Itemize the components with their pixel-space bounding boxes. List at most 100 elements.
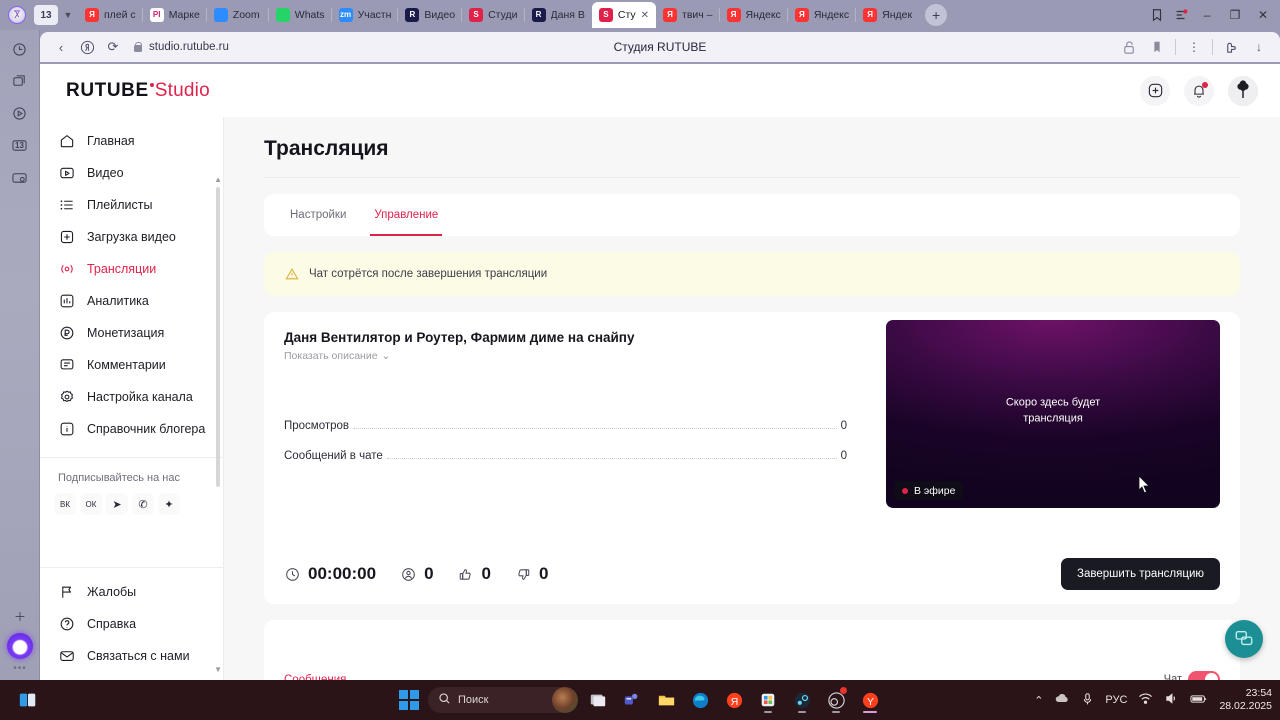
tab-count-badge[interactable]: 13 (34, 5, 58, 25)
more-icon[interactable]: ✦ (158, 493, 180, 515)
browser-tab[interactable]: Я Яндекс (718, 2, 788, 28)
dock-tabcount-icon[interactable]: 13 (6, 132, 34, 158)
chevron-down-icon[interactable]: ▼ (58, 5, 78, 25)
stat-label: Просмотров (284, 420, 350, 432)
taskbar-app-yandex[interactable]: Y (856, 685, 884, 715)
cloud-icon[interactable] (1054, 692, 1070, 708)
browser-tab[interactable]: S Студи (461, 2, 524, 28)
downloads-indicator-icon[interactable] (1170, 4, 1192, 26)
taskbar-app-yandex-browser[interactable]: Я (720, 685, 748, 715)
sidebar-bottom-item-1[interactable]: Жалобы (40, 576, 224, 608)
extensions-icon[interactable] (1218, 34, 1244, 60)
notifications-button[interactable] (1184, 75, 1214, 106)
rutube-studio-logo[interactable]: RUTUBE Studio (66, 80, 210, 102)
sidebar-item-6[interactable]: Аналитика (40, 285, 223, 317)
dock-tabs-icon[interactable] (6, 68, 34, 94)
taskbar-clock[interactable]: 23:54 28.02.2025 (1219, 687, 1272, 713)
show-hidden-icons-button[interactable]: ⌃ (1034, 694, 1043, 707)
taskbar-app-task-view[interactable] (584, 685, 612, 715)
browser-tab[interactable]: PI Марке (141, 2, 207, 28)
back-button[interactable]: ‹ (48, 34, 74, 60)
dock-video-icon[interactable] (6, 100, 34, 126)
vk-icon[interactable]: ВК (54, 493, 76, 515)
taskbar-app-obs[interactable] (822, 685, 850, 715)
browser-tab[interactable]: S Сту ✕ (591, 2, 657, 28)
more-menu-icon[interactable]: ⋮ (1181, 34, 1207, 60)
create-button[interactable] (1140, 75, 1170, 106)
yandex-home-button[interactable] (74, 34, 100, 60)
language-indicator[interactable]: РУС (1105, 694, 1127, 706)
scroll-down-icon[interactable]: ▼ (214, 665, 222, 674)
rutube-studio-page: RUTUBE Studio Главная Видео Плейлисты За… (40, 64, 1280, 680)
dock-screenshot-icon[interactable] (6, 164, 34, 190)
sidebar-item-label: Загрузка видео (87, 230, 176, 244)
chat-toggle-switch[interactable] (1188, 671, 1220, 680)
yandex-menu-button[interactable]: Ⴟ (2, 2, 32, 28)
task-view-icon[interactable] (14, 685, 42, 715)
taskbar-app-explorer[interactable] (652, 685, 680, 715)
sidebar-bottom-item-3[interactable]: Связаться с нами (40, 640, 224, 672)
sidebar-item-1[interactable]: Главная (40, 125, 223, 157)
sidebar-item-3[interactable]: Плейлисты (40, 189, 223, 221)
browser-tab[interactable]: Ятвич – (656, 2, 719, 28)
sidebar-scrollbar[interactable] (216, 187, 220, 487)
close-icon[interactable]: ✕ (641, 10, 649, 21)
dock-add-icon[interactable]: ＋ (6, 603, 34, 629)
sidebar-item-10[interactable]: Справочник блогера (40, 413, 223, 445)
search-input[interactable]: Поиск (428, 687, 578, 713)
sidebar-item-7[interactable]: Монетизация (40, 317, 223, 349)
browser-tab[interactable]: Zoom (205, 2, 269, 28)
taskbar-app-store[interactable] (754, 685, 782, 715)
sidebar-item-2[interactable]: Видео (40, 157, 223, 189)
battery-icon[interactable] (1190, 693, 1208, 708)
stat-row: Просмотров 0 (284, 420, 847, 450)
downloads-icon[interactable]: ↓ (1246, 34, 1272, 60)
url-field[interactable]: studio.rutube.ru (132, 41, 229, 53)
browser-tab[interactable]: R Видео (397, 2, 462, 28)
metric-duration: 00:00:00 (284, 564, 376, 584)
collections-icon[interactable] (1146, 4, 1168, 26)
protect-icon[interactable] (1116, 34, 1142, 60)
tab-settings[interactable]: Настройки (290, 194, 346, 236)
sidebar-item-4[interactable]: Загрузка видео (40, 221, 223, 253)
windows-logo-icon (399, 690, 419, 710)
browser-tab[interactable]: zm Участн (330, 2, 399, 28)
browser-tab[interactable]: Я Яндек (855, 2, 919, 28)
close-button[interactable]: ✕ (1250, 3, 1276, 27)
minimize-button[interactable]: – (1194, 3, 1220, 27)
metric-likes: 0 (458, 564, 491, 584)
chat-warning-text: Чат сотрётся после завершения трансляции (309, 268, 548, 280)
sidebar-item-5[interactable]: Трансляции (40, 253, 223, 285)
viber-icon[interactable]: ✆ (132, 493, 154, 515)
sidebar-item-9[interactable]: Настройка канала (40, 381, 223, 413)
zoom-icon (213, 8, 228, 22)
sidebar-item-8[interactable]: Комментарии (40, 349, 223, 381)
wifi-icon[interactable] (1138, 692, 1153, 708)
dock-alice-icon[interactable] (7, 633, 33, 659)
microphone-icon[interactable] (1081, 692, 1094, 709)
end-broadcast-button[interactable]: Завершить трансляцию (1061, 558, 1220, 590)
new-tab-button[interactable]: + (925, 4, 948, 26)
sidebar-bottom-item-2[interactable]: Справка (40, 608, 224, 640)
stream-preview[interactable]: Скоро здесь будет трансляция В эфире (886, 320, 1220, 508)
browser-tab[interactable]: Яплей с (78, 2, 143, 28)
tab-management[interactable]: Управление (370, 194, 443, 236)
taskbar-app-teams[interactable] (618, 685, 646, 715)
browser-tab[interactable]: R Даня В (523, 2, 592, 28)
odnoklassniki-icon[interactable]: ОК (80, 493, 102, 515)
chat-fab-button[interactable] (1225, 620, 1263, 658)
volume-icon[interactable] (1164, 692, 1179, 708)
dock-history-icon[interactable] (6, 36, 34, 62)
dock-overflow-icon[interactable]: ••• (0, 663, 40, 674)
telegram-icon[interactable]: ➤ (106, 493, 128, 515)
maximize-button[interactable]: ❐ (1222, 3, 1248, 27)
scroll-up-icon[interactable]: ▲ (214, 175, 222, 184)
browser-tab[interactable]: Whats (267, 2, 332, 28)
start-button[interactable] (396, 687, 422, 713)
avatar[interactable] (1228, 75, 1258, 106)
taskbar-app-steam[interactable] (788, 685, 816, 715)
browser-tab[interactable]: Я Яндекс (786, 2, 856, 28)
taskbar-app-edge[interactable] (686, 685, 714, 715)
bookmark-icon[interactable] (1144, 34, 1170, 60)
reload-button[interactable]: ⟳ (100, 34, 126, 60)
